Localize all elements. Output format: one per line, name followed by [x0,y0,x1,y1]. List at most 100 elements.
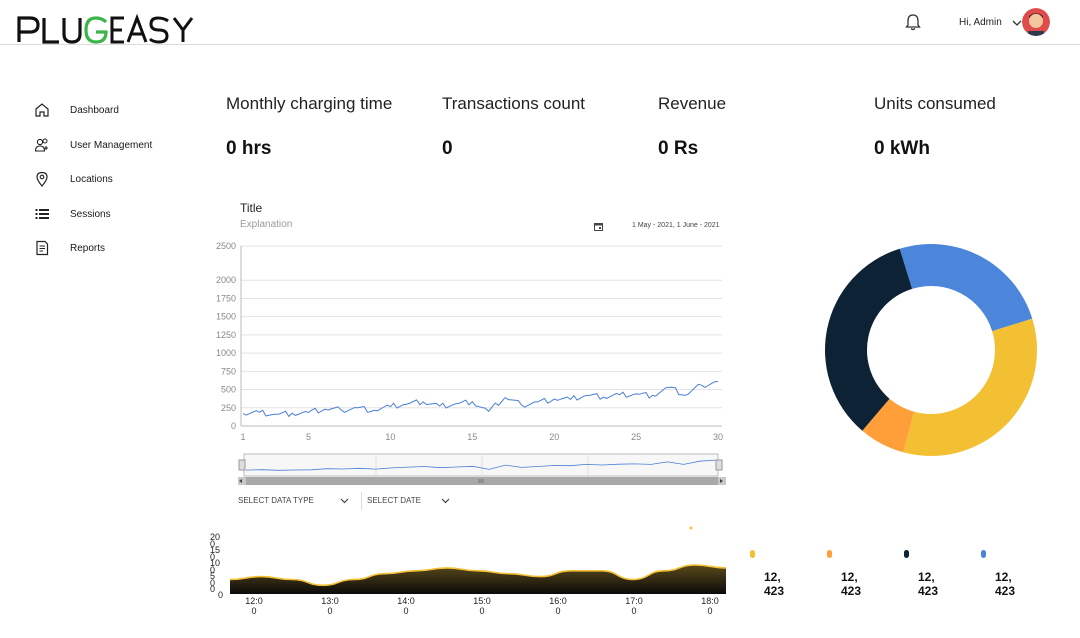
location-pin-icon [36,171,48,187]
x-tick-label: 12:0 [245,596,263,606]
y-tick-label: 2000 [216,275,236,285]
legend-dot [827,550,832,558]
y-tick-label: 0 [218,590,223,600]
sidebar: Dashboard User Management Locations Sess… [16,46,210,636]
kpi-card-charging-time: Monthly charging time 0 hrs [226,94,426,159]
dropdown-divider [361,492,362,510]
x-tick-label: 0 [707,606,712,616]
y-tick-label: 250 [221,403,236,413]
y-tick-label: 0 [210,565,215,575]
date-range-picker[interactable]: 1 May - 2021, 1 June - 2021 [632,222,720,229]
legend-value: 12, 423 [995,570,1016,598]
donut-slice [899,244,1033,332]
x-tick-label: 0 [555,606,560,616]
legend-value: 12, 423 [841,570,862,598]
donut-slice [903,318,1037,456]
legend-value: 12, 423 [764,570,785,598]
select-data-type-dropdown[interactable]: SELECT DATA TYPE [238,496,349,505]
legend-value: 12, 423 [918,570,939,598]
donut-chart [825,244,1037,456]
sidebar-item-label: Sessions [70,208,111,220]
navigator-handle-right [715,459,723,471]
x-tick-label: 18:0 [701,596,719,606]
sidebar-item-label: Locations [70,173,113,185]
x-tick-label: 1 [240,432,245,442]
y-tick-label: 0 [210,578,215,588]
line-chart: 02505007501000125015001750200025001 5 10 15… [216,241,723,442]
donut-slice [825,248,913,431]
x-tick-label: 0 [327,606,332,616]
kpi-label: Revenue [658,94,727,113]
scrollbar-thumb [246,477,718,485]
kpi-label: Monthly charging time [226,94,393,113]
y-tick-label: 1000 [216,348,236,358]
sidebar-item-label: Reports [70,242,106,254]
chevron-down-icon[interactable] [1012,19,1022,27]
sidebar-item-dashboard[interactable]: Dashboard [34,100,119,120]
y-tick-label: 0 [210,539,215,549]
series-line [242,381,719,418]
list-icon [35,209,49,219]
avatar-image [1022,8,1050,36]
chevron-down-icon [340,498,349,503]
avatar[interactable] [1022,8,1050,36]
kpi-card-revenue: Revenue 0 Rs [658,94,858,159]
select-date-dropdown[interactable]: SELECT DATE [367,496,450,505]
x-tick-label: 13:0 [321,596,339,606]
legend-dot [904,550,909,558]
y-tick-label: 1750 [216,293,236,303]
user-greeting[interactable]: Hi, Admin [959,17,1002,28]
x-tick-label: 5 [306,432,311,442]
kpi-value: 0 hrs [226,138,272,159]
chart-title: Title [240,201,263,215]
kpi-value: 0 [442,138,453,159]
dropdown-label: SELECT DATA TYPE [238,496,314,505]
report-icon [36,240,49,256]
legend-dot [750,550,755,558]
x-tick-label: 16:0 [549,596,567,606]
x-tick-label: 0 [251,606,256,616]
chevron-down-icon [441,498,450,503]
legend-dot [981,550,986,558]
y-tick-label: 2500 [216,241,236,251]
y-tick-label: 1250 [216,330,236,340]
area-fill [230,565,726,594]
x-tick-label: 0 [403,606,408,616]
notification-bell-icon[interactable] [905,13,921,31]
y-tick-label: 750 [221,366,236,376]
x-tick-label: 15:0 [473,596,491,606]
navigator-frame [243,453,719,477]
chart-navigator[interactable] [236,452,728,488]
dropdown-label: SELECT DATE [367,496,421,505]
x-tick-label: 10 [385,432,395,442]
y-tick-label: 0 [231,421,236,431]
area-chart: 201510500000012:0013:0014:0015:0016:0017… [210,526,727,616]
kpi-value: 0 kWh [874,138,930,159]
sidebar-item-locations[interactable]: Locations [34,169,113,189]
plugeasy-logo[interactable] [16,14,212,46]
x-tick-label: 17:0 [625,596,643,606]
sidebar-item-label: User Management [70,139,153,151]
x-tick-label: 0 [479,606,484,616]
y-tick-label: 1500 [216,312,236,322]
kpi-card-transactions: Transactions count 0 [442,94,642,159]
sidebar-item-reports[interactable]: Reports [34,238,105,258]
users-icon [34,138,48,152]
top-bar: Hi, Admin [0,0,1080,45]
x-tick-label: 20 [549,432,559,442]
x-tick-label: 0 [631,606,636,616]
sidebar-item-label: Dashboard [70,104,119,116]
sidebar-item-user-management[interactable]: User Management [34,135,152,155]
navigator-handle-left [238,459,246,471]
y-tick-label: 0 [210,552,215,562]
kpi-label: Transactions count [442,94,585,113]
calendar-icon[interactable] [594,222,603,231]
y-tick-label: 500 [221,385,236,395]
kpi-value: 0 Rs [658,138,699,159]
home-icon [35,103,49,117]
sidebar-item-sessions[interactable]: Sessions [34,204,111,224]
area-marker [689,526,693,530]
x-tick-label: 25 [631,432,641,442]
x-tick-label: 30 [713,432,723,442]
chart-subtitle: Explanation [240,219,293,230]
